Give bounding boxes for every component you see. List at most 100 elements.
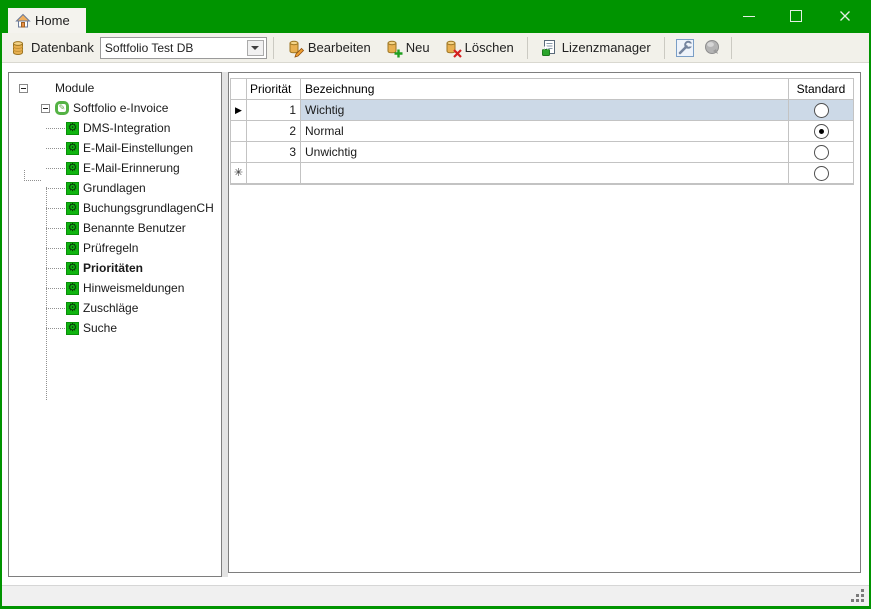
license-manager-label: Lizenzmanager — [562, 40, 651, 55]
gear-icon: ⚙ — [66, 202, 79, 215]
minimize-button[interactable] — [733, 3, 765, 29]
tree-item-email-erinnerung[interactable]: ⚙ E-Mail-Erinnerung — [9, 158, 221, 178]
collapse-icon[interactable] — [41, 104, 50, 113]
edit-database-icon — [287, 40, 303, 56]
standard-cell[interactable] — [789, 100, 853, 120]
standard-radio[interactable] — [814, 124, 829, 139]
new-row[interactable]: ✳ — [231, 163, 853, 184]
tree-item-module[interactable]: Module — [9, 78, 221, 98]
tree-connector — [46, 228, 65, 229]
tree-item-label: E-Mail-Erinnerung — [83, 161, 180, 175]
delete-button[interactable]: Löschen — [437, 37, 521, 59]
combobox-dropdown-button[interactable] — [247, 40, 264, 56]
bezeichnung-cell[interactable]: Normal — [301, 121, 789, 141]
titlebar[interactable]: Home — [2, 0, 869, 33]
web-button[interactable] — [699, 37, 725, 59]
tree-item-suche[interactable]: ⚙ Suche — [9, 318, 221, 338]
prioritaet-cell[interactable]: 3 — [247, 142, 301, 162]
standard-radio[interactable] — [814, 103, 829, 118]
toolbar: Datenbank Softfolio Test DB Bearbeiten — [2, 33, 869, 63]
plus-icon — [394, 49, 403, 58]
tree-item-label: Softfolio e-Invoice — [73, 101, 168, 115]
edit-button[interactable]: Bearbeiten — [280, 37, 378, 59]
gear-icon: ⚙ — [66, 182, 79, 195]
tree-connector — [46, 208, 65, 209]
bezeichnung-cell[interactable]: Unwichtig — [301, 142, 789, 162]
tree-item-label: DMS-Integration — [83, 121, 170, 135]
database-combobox[interactable]: Softfolio Test DB — [100, 37, 267, 59]
red-x-icon — [453, 49, 462, 58]
standard-radio[interactable] — [814, 166, 829, 181]
pencil-icon — [294, 47, 305, 58]
tree-item-label: E-Mail-Einstellungen — [83, 141, 193, 155]
tree-item-benannte-benutzer[interactable]: ⚙ Benannte Benutzer — [9, 218, 221, 238]
new-button[interactable]: Neu — [378, 37, 437, 59]
license-manager-button[interactable]: Lizenzmanager — [534, 37, 658, 59]
tab-home[interactable]: Home — [8, 8, 86, 33]
tree-item-hinweismeldungen[interactable]: ⚙ Hinweismeldungen — [9, 278, 221, 298]
table-row[interactable]: 3 Unwichtig — [231, 142, 853, 163]
gear-icon: ⚙ — [66, 162, 79, 175]
row-selector-cell[interactable] — [231, 121, 247, 141]
tree-item-pruefregeln[interactable]: ⚙ Prüfregeln — [9, 238, 221, 258]
gear-icon: ⚙ — [66, 142, 79, 155]
standard-radio[interactable] — [814, 145, 829, 160]
collapse-icon[interactable] — [19, 84, 28, 93]
database-combobox-value: Softfolio Test DB — [101, 41, 247, 55]
tree-connector — [46, 268, 65, 269]
row-selector-header — [231, 79, 247, 99]
gear-icon: ⚙ — [66, 322, 79, 335]
module-tree-panel: Module ✎ Softfolio e-Invoice ⚙ DMS-Integ… — [8, 72, 222, 577]
row-selector-cell[interactable] — [231, 142, 247, 162]
delete-database-icon — [444, 40, 460, 56]
tree-connector — [46, 128, 65, 129]
tree-item-buchungsgrundlagench[interactable]: ⚙ BuchungsgrundlagenCH — [9, 198, 221, 218]
tree-item-dms-integration[interactable]: ⚙ DMS-Integration — [9, 118, 221, 138]
standard-cell[interactable] — [789, 163, 853, 183]
tree-item-label: Zuschläge — [83, 301, 138, 315]
bezeichnung-cell[interactable]: Wichtig — [301, 100, 789, 120]
database-label: Datenbank — [31, 40, 94, 55]
tree-item-email-einstellungen[interactable]: ⚙ E-Mail-Einstellungen — [9, 138, 221, 158]
column-header-prioritaet[interactable]: Priorität — [247, 79, 301, 99]
standard-cell[interactable] — [789, 142, 853, 162]
tree-item-softfolio-e-invoice[interactable]: ✎ Softfolio e-Invoice — [9, 98, 221, 118]
tree-connector — [46, 328, 65, 329]
table-row[interactable]: ▶ 1 Wichtig — [231, 100, 853, 121]
tree-item-grundlagen[interactable]: ⚙ Grundlagen — [9, 178, 221, 198]
close-button[interactable] — [829, 3, 861, 29]
tree-connector — [46, 248, 65, 249]
table-row[interactable]: 2 Normal — [231, 121, 853, 142]
settings-button[interactable] — [671, 36, 699, 60]
row-selector-cell[interactable]: ▶ — [231, 100, 247, 120]
prioritaet-cell[interactable]: 2 — [247, 121, 301, 141]
tree-item-label: BuchungsgrundlagenCH — [83, 201, 214, 215]
gear-icon: ⚙ — [66, 222, 79, 235]
application-window: Home Datenbank Softfolio Test DB — [0, 0, 871, 609]
gear-icon: ⚙ — [66, 122, 79, 135]
standard-cell[interactable] — [789, 121, 853, 141]
tree-connector — [46, 308, 65, 309]
minimize-icon — [743, 16, 755, 17]
globe-icon — [703, 39, 721, 57]
tree-item-prioritaeten[interactable]: ⚙ Prioritäten — [9, 258, 221, 278]
main-area: Module ✎ Softfolio e-Invoice ⚙ DMS-Integ… — [2, 63, 869, 585]
wrench-icon — [675, 38, 695, 58]
column-header-bezeichnung[interactable]: Bezeichnung — [301, 79, 789, 99]
resize-grip-icon[interactable] — [861, 599, 864, 602]
prioritaet-cell[interactable]: 1 — [247, 100, 301, 120]
tree-item-label: Benannte Benutzer — [83, 221, 186, 235]
database-icon — [10, 40, 26, 56]
current-row-arrow-icon: ▶ — [235, 106, 242, 115]
gear-icon: ⚙ — [66, 242, 79, 255]
column-header-standard[interactable]: Standard — [789, 79, 853, 99]
grid-header-row: Priorität Bezeichnung Standard — [231, 79, 853, 100]
status-bar — [2, 585, 869, 606]
maximize-button[interactable] — [780, 3, 812, 29]
row-selector-cell[interactable]: ✳ — [231, 163, 247, 183]
bezeichnung-cell[interactable] — [301, 163, 789, 183]
tree-item-zuschlaege[interactable]: ⚙ Zuschläge — [9, 298, 221, 318]
new-button-label: Neu — [406, 40, 430, 55]
prioritaet-cell[interactable] — [247, 163, 301, 183]
gear-icon: ⚙ — [66, 302, 79, 315]
